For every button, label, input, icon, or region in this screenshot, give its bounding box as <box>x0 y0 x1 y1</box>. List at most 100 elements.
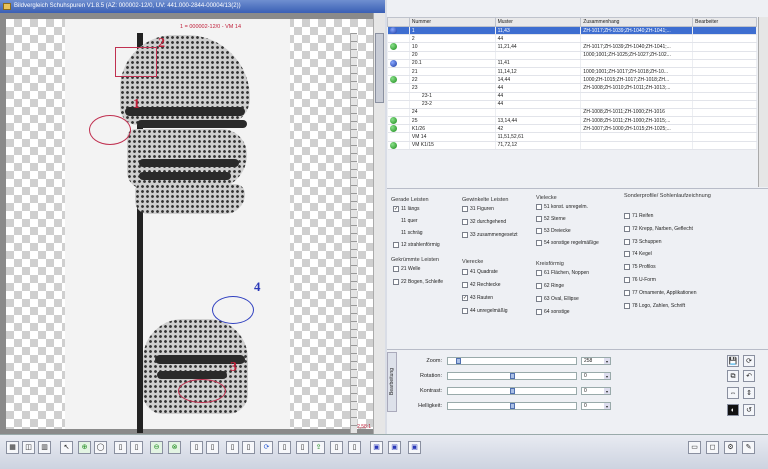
col-muster[interactable]: Muster <box>494 17 582 27</box>
table-row[interactable]: 23-1 44 <box>387 92 757 101</box>
criteria-option[interactable]: 62 Ringe <box>536 283 564 289</box>
helligkeit-input[interactable]: 0 ▾ <box>581 402 611 410</box>
table-row[interactable]: 25 13,14,44 ZH-1008;ZH-1011;ZH-1000;ZH-101… <box>387 116 757 126</box>
window-icon[interactable]: ◻ <box>706 441 719 454</box>
image-viewer[interactable]: 1 = 000002-12/0 - VM 14 2 1 4 3 2,58:1 <box>0 13 385 434</box>
zoom-input[interactable]: 258 ▾ <box>581 357 611 365</box>
shoeprint-image[interactable]: 1 = 000002-12/0 - VM 14 2 1 4 3 <box>65 19 357 433</box>
checkbox[interactable] <box>393 279 399 285</box>
chevron-down-icon[interactable]: ▾ <box>604 388 610 394</box>
copy-icon[interactable]: ⧉ <box>727 370 739 382</box>
page-icon[interactable]: ▯ <box>296 441 309 454</box>
viewer-scrollbar[interactable] <box>373 13 385 434</box>
criteria-option[interactable]: 63 Oval, Ellipse <box>536 296 579 302</box>
zoom-slider-knob[interactable] <box>456 358 461 364</box>
checkbox[interactable] <box>536 240 542 246</box>
zoom-icon[interactable]: ◯ <box>94 441 107 454</box>
checkbox[interactable] <box>624 264 630 271</box>
rotate-icon[interactable]: ⟳ <box>743 355 755 367</box>
checkbox[interactable] <box>536 283 542 289</box>
table-row[interactable]: K1/26 42 ZH-1007;ZH-1000;ZH-1015;ZH-1025;.… <box>387 124 757 134</box>
view-icon[interactable]: ▣ <box>388 441 401 454</box>
scrollbar-thumb[interactable] <box>375 33 384 103</box>
col-bearbeiter[interactable]: Bearbeiter <box>692 17 757 27</box>
split-view-icon[interactable]: ◫ <box>22 441 35 454</box>
criteria-option[interactable]: 31 Figuren <box>462 206 494 212</box>
table-row[interactable]: 1 11,43 ZH-1017;ZH-1039;ZH-1040;ZH-1041;..… <box>387 26 757 36</box>
tab-bearbeitung[interactable]: Bearbeitung <box>387 352 397 412</box>
criteria-option[interactable]: 72 Krepp, Narben, Geflecht <box>624 225 693 232</box>
criteria-option[interactable]: 42 Rechtecke <box>462 282 501 288</box>
marker-rect-2[interactable] <box>115 47 157 77</box>
marker-ellipse-3[interactable] <box>178 379 226 403</box>
page-icon[interactable]: ▯ <box>330 441 343 454</box>
criteria-option[interactable]: 12 strahlenförmig <box>393 242 440 248</box>
criteria-option[interactable]: 74 Kegel <box>624 251 652 258</box>
checkbox[interactable] <box>624 213 630 219</box>
chevron-down-icon[interactable]: ▾ <box>604 403 610 409</box>
checkbox[interactable]: ✓ <box>393 206 399 212</box>
checkbox[interactable] <box>536 216 542 222</box>
criteria-option[interactable]: 53 Dreiecke <box>536 228 571 234</box>
criteria-option[interactable]: 32 durchgehend <box>462 219 506 225</box>
columns-icon[interactable]: ▥ <box>38 441 51 454</box>
undo-icon[interactable]: ↶ <box>743 370 755 382</box>
page-icon[interactable]: ▯ <box>242 441 255 454</box>
checkbox[interactable] <box>393 266 399 272</box>
checkbox[interactable] <box>462 232 468 238</box>
checkbox[interactable] <box>624 225 630 232</box>
plus-icon[interactable]: ⊕ <box>78 441 91 454</box>
criteria-option[interactable]: 61 Flächen, Noppen <box>536 270 589 276</box>
page-icon[interactable]: ▯ <box>190 441 203 454</box>
page-icon[interactable]: ▯ <box>130 441 143 454</box>
criteria-option[interactable]: 71 Reifen <box>624 213 653 219</box>
mirror-icon[interactable]: ⇔ <box>727 387 739 399</box>
col-status[interactable] <box>387 17 410 27</box>
invert-icon[interactable]: ◐ <box>727 404 739 416</box>
checkbox[interactable] <box>624 289 630 296</box>
criteria-option[interactable]: ✓ 11 längs <box>393 206 420 212</box>
table-row[interactable]: 23 44 ZH-1008;ZH-1010;ZH-1011;ZH-1013;... <box>387 83 757 93</box>
helligkeit-slider-knob[interactable] <box>510 403 515 409</box>
checkbox[interactable] <box>462 308 468 314</box>
table-row[interactable]: 24 ZH-1008;ZH-1011;ZH-1000;ZH-1016 <box>387 108 757 118</box>
criteria-option[interactable]: 52 Sterne <box>536 216 566 222</box>
marker-ellipse-1[interactable] <box>89 115 131 145</box>
checkbox[interactable] <box>536 204 542 210</box>
kontrast-slider-knob[interactable] <box>510 388 515 394</box>
tools-icon[interactable]: ✎ <box>742 441 755 454</box>
checkbox[interactable] <box>462 269 468 275</box>
view-icon[interactable]: ▣ <box>408 441 421 454</box>
export-icon[interactable]: ⇪ <box>312 441 325 454</box>
monitor-icon[interactable]: ▭ <box>688 441 701 454</box>
chevron-down-icon[interactable]: ▾ <box>604 373 610 379</box>
criteria-option[interactable]: 77 Ornamente, Applikationen <box>624 289 697 296</box>
checkbox[interactable] <box>536 228 542 234</box>
page-icon[interactable]: ▯ <box>206 441 219 454</box>
table-row[interactable]: 22 14,44 1000;ZH-1015;ZH-1017;ZH-1018;ZH..… <box>387 75 757 85</box>
table-row[interactable]: 23-2 44 <box>387 100 757 109</box>
table-scrollbar[interactable] <box>758 17 768 187</box>
table-row[interactable]: 21 11,14,12 1000;1001;ZH-1017;ZH-1018;ZH-1… <box>387 67 757 77</box>
marker-ellipse-4[interactable] <box>212 296 254 324</box>
kontrast-slider[interactable] <box>447 387 577 395</box>
checkbox[interactable] <box>536 270 542 276</box>
criteria-option[interactable]: 11 schräg <box>393 230 423 236</box>
col-zusammenhang[interactable]: Zusammenhang <box>580 17 694 27</box>
criteria-option[interactable]: 33 zusammengesetzt <box>462 232 518 238</box>
criteria-option[interactable]: 54 sonstige regelmäßige <box>536 240 599 246</box>
criteria-option[interactable]: 78 Logo, Zahlen, Schrift <box>624 302 685 309</box>
helligkeit-slider[interactable] <box>447 402 577 410</box>
criteria-option[interactable]: 76 U-Form <box>624 277 656 283</box>
checkbox[interactable] <box>624 277 630 283</box>
checkbox[interactable] <box>624 238 630 245</box>
table-row[interactable]: 20 1000;1001;ZH-1025;ZH-1027;ZH-102... <box>387 51 757 60</box>
criteria-option[interactable]: 21 Welle <box>393 266 420 272</box>
criteria-option[interactable]: 64 sonstige <box>536 309 570 315</box>
criteria-option[interactable]: 11 quer <box>393 218 418 224</box>
table-row[interactable]: 10 11,21,44 ZH-1017;ZH-1039;ZH-1040;ZH-104… <box>387 42 757 52</box>
criteria-option[interactable]: ✓ 43 Rauten <box>462 295 493 301</box>
rotation-slider-knob[interactable] <box>510 373 515 379</box>
settings-icon[interactable]: ⚙ <box>724 441 737 454</box>
col-nummer[interactable]: Nummer <box>408 17 496 27</box>
